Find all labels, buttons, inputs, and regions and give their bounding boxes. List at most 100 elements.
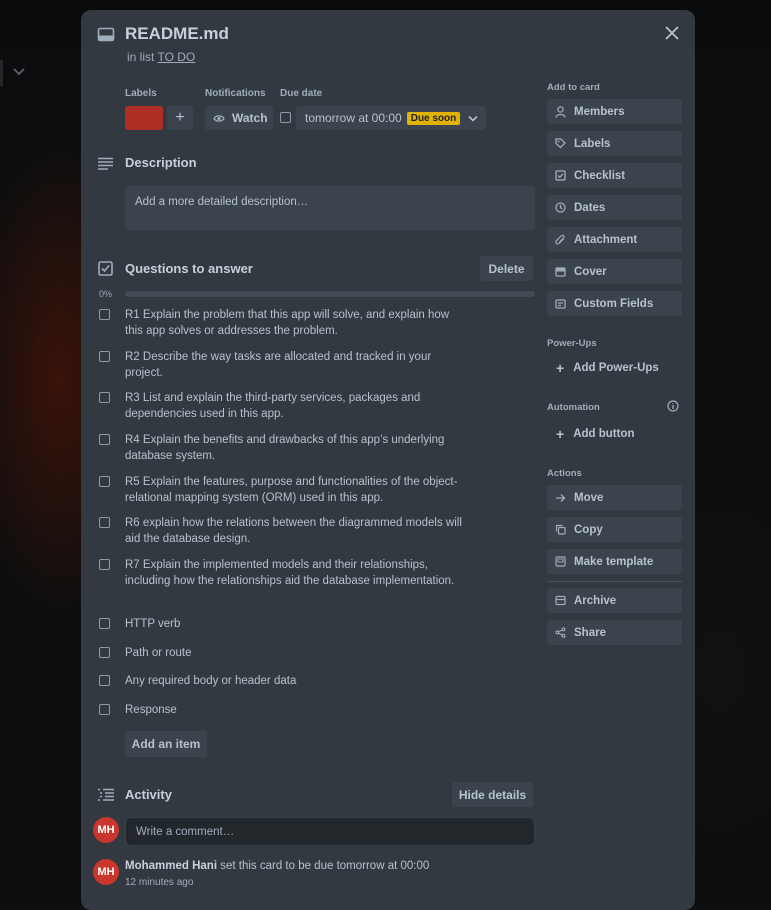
checklist-item-text[interactable]: R5 Explain the features, purpose and fun… (125, 474, 465, 506)
members-button[interactable]: Members (547, 99, 682, 124)
checklist-item-checkbox[interactable] (99, 675, 110, 686)
watch-button[interactable]: Watch (205, 106, 273, 130)
due-date-value: tomorrow at 00:00 (305, 111, 402, 125)
delete-checklist-button[interactable]: Delete (480, 256, 533, 281)
activity-user[interactable]: Mohammed Hani (125, 860, 217, 872)
checklist-progress-text: 0% (99, 289, 113, 299)
checklist-item-text[interactable]: HTTP verb (125, 616, 465, 632)
activity-entry: Mohammed Hani set this card to be due to… (125, 860, 429, 872)
due-soon-badge: Due soon (406, 111, 461, 125)
plus-icon: + (556, 359, 565, 376)
due-date-button[interactable]: tomorrow at 00:00 Due soon (296, 106, 486, 130)
checklist-item-checkbox[interactable] (99, 704, 110, 715)
move-label: Move (574, 491, 604, 504)
dates-button[interactable]: Dates (547, 195, 682, 220)
close-icon[interactable] (665, 26, 679, 40)
checklist-item-text[interactable]: R6 explain how the relations between the… (125, 515, 465, 547)
actions-heading: Actions (547, 468, 582, 479)
checklist-label: Checklist (574, 169, 626, 182)
arrow-right-icon (556, 493, 566, 502)
list-link[interactable]: TO DO (157, 50, 195, 64)
due-complete-checkbox[interactable] (280, 112, 291, 123)
add-label-button[interactable]: + (167, 106, 193, 130)
paperclip-icon (555, 234, 565, 244)
avatar[interactable]: MH (93, 817, 119, 843)
person-icon (555, 105, 566, 118)
comment-input[interactable]: Write a comment… (125, 817, 535, 846)
labels-button[interactable]: Labels (547, 131, 682, 156)
close-button[interactable] (661, 22, 683, 44)
add-powerups-button[interactable]: + Add Power-Ups (547, 355, 682, 380)
notifications-heading: Notifications (205, 88, 266, 99)
checklist-item-checkbox[interactable] (99, 351, 110, 362)
in-list-prefix: in list (127, 50, 155, 64)
dates-label: Dates (574, 201, 606, 214)
cover-icon (555, 266, 566, 277)
template-icon (555, 556, 566, 567)
chevron-down-icon (468, 115, 478, 122)
members-label: Members (574, 105, 625, 118)
checklist-item-text[interactable]: R7 Explain the implemented models and th… (125, 557, 465, 589)
activity-timestamp[interactable]: 12 minutes ago (125, 877, 193, 888)
add-button-label: Add button (573, 427, 635, 440)
copy-label: Copy (574, 523, 603, 536)
checklist-item-checkbox[interactable] (99, 517, 110, 528)
share-icon (555, 627, 566, 638)
add-to-card-heading: Add to card (547, 82, 600, 93)
checklist-title: Questions to answer (125, 261, 253, 276)
add-checklist-item-button[interactable]: Add an item (125, 731, 207, 757)
description-editor[interactable]: Add a more detailed description… (125, 186, 535, 230)
custom-fields-icon (555, 298, 566, 309)
due-date-heading: Due date (280, 88, 323, 99)
cover-button[interactable]: Cover (547, 259, 682, 284)
description-title: Description (125, 155, 197, 170)
checklist-item-text[interactable]: R2 Describe the way tasks are allocated … (125, 349, 465, 381)
checklist-item-text[interactable]: Any required body or header data (125, 673, 465, 689)
activity-text: set this card to be due tomorrow at 00:0… (220, 860, 430, 872)
copy-button[interactable]: Copy (547, 517, 682, 542)
checklist-item-text[interactable]: R4 Explain the benefits and drawbacks of… (125, 432, 465, 464)
checklist-item-checkbox[interactable] (99, 618, 110, 629)
cover-label: Cover (574, 265, 607, 278)
checklist-item-checkbox[interactable] (99, 434, 110, 445)
activity-avatar[interactable]: MH (93, 859, 119, 885)
info-icon[interactable] (667, 400, 679, 412)
share-button[interactable]: Share (547, 620, 682, 645)
card-title[interactable]: README.md (125, 24, 229, 44)
card-list-info: in list TO DO (127, 50, 195, 64)
archive-label: Archive (574, 594, 617, 607)
label-chip-red[interactable] (125, 106, 163, 130)
attachment-label: Attachment (574, 233, 638, 246)
custom-fields-button[interactable]: Custom Fields (547, 291, 682, 316)
checklist-item-checkbox[interactable] (99, 392, 110, 403)
make-template-button[interactable]: Make template (547, 549, 682, 574)
checklist-item-checkbox[interactable] (99, 647, 110, 658)
checklist-button[interactable]: Checklist (547, 163, 682, 188)
make-template-label: Make template (574, 555, 654, 568)
tag-icon (555, 138, 566, 149)
share-label: Share (574, 626, 606, 639)
hide-details-button[interactable]: Hide details (452, 782, 533, 807)
archive-button[interactable]: Archive (547, 588, 682, 613)
checklist-icon (98, 261, 113, 276)
checklist-item-text[interactable]: R1 Explain the problem that this app wil… (125, 307, 465, 339)
checklist-item-text[interactable]: Path or route (125, 645, 465, 661)
checklist-item-checkbox[interactable] (99, 559, 110, 570)
add-automation-button[interactable]: + Add button (547, 421, 682, 446)
plus-icon: + (556, 425, 565, 442)
checklist-item-checkbox[interactable] (99, 309, 110, 320)
card-detail-modal: README.md in list TO DO Labels + Notific… (81, 10, 695, 910)
eye-icon (213, 114, 225, 122)
attachment-button[interactable]: Attachment (547, 227, 682, 252)
plus-icon: + (175, 109, 185, 126)
checklist-item-text[interactable]: Response (125, 702, 465, 718)
copy-icon (555, 524, 566, 535)
move-button[interactable]: Move (547, 485, 682, 510)
labels-label: Labels (574, 137, 611, 150)
sidebar-divider (547, 581, 682, 582)
checklist-item-checkbox[interactable] (99, 476, 110, 487)
card-icon (97, 27, 115, 42)
checklist-item-text[interactable]: R3 List and explain the third-party serv… (125, 390, 465, 422)
activity-icon (98, 788, 114, 801)
labels-heading: Labels (125, 88, 157, 99)
